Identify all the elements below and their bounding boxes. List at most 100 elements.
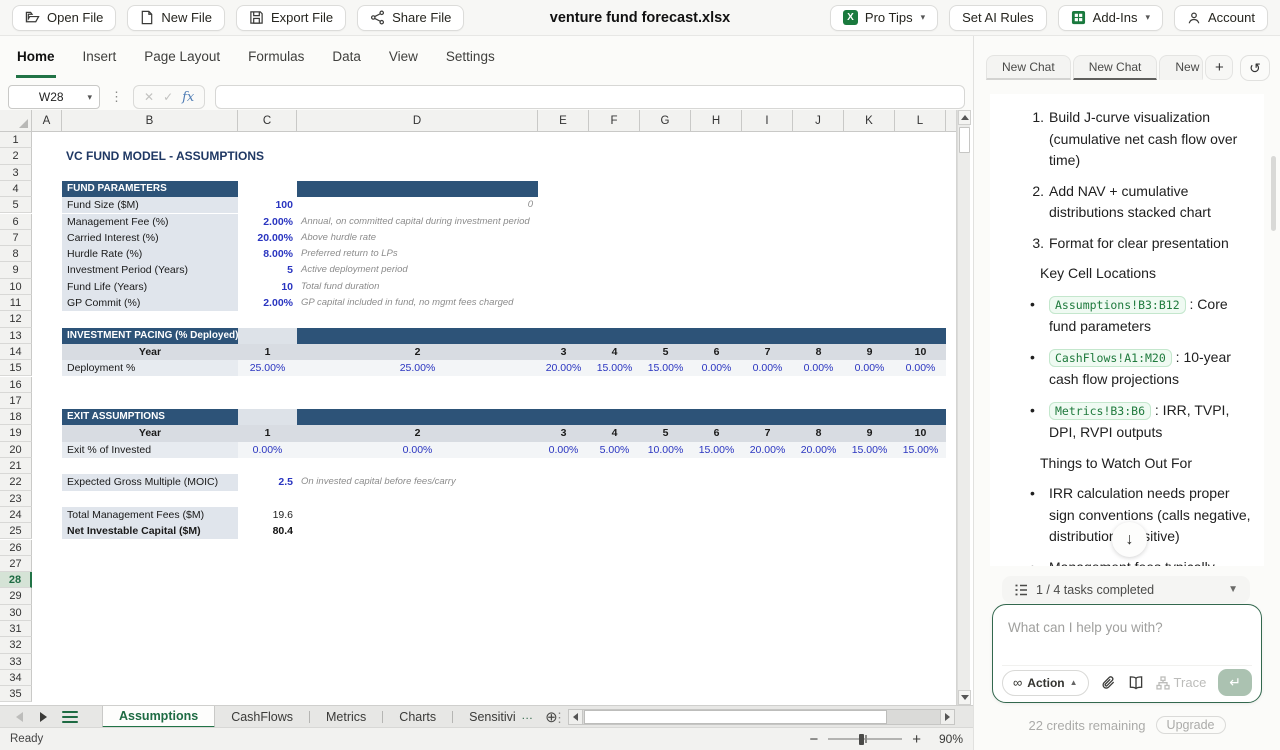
column-header-A[interactable]: A [32, 110, 62, 132]
year-number-cell[interactable]: 5 [640, 344, 691, 360]
series-value-cell[interactable]: 25.00% [297, 360, 538, 376]
row-header-12[interactable]: 12 [0, 311, 32, 327]
row-header-20[interactable]: 20 [0, 442, 32, 458]
menu-item-settings[interactable]: Settings [445, 49, 496, 78]
horizontal-scroll-thumb[interactable] [584, 710, 887, 724]
row-header-7[interactable]: 7 [0, 230, 32, 246]
menu-item-view[interactable]: View [388, 49, 419, 78]
sheet-list-icon[interactable] [62, 711, 78, 723]
series-value-cell[interactable]: 15.00% [640, 360, 691, 376]
row-header-31[interactable]: 31 [0, 621, 32, 637]
row-header-6[interactable]: 6 [0, 214, 32, 230]
year-number-cell[interactable]: 10 [895, 425, 946, 441]
chat-history-icon[interactable]: ↺ [1240, 55, 1270, 81]
series-value-cell[interactable]: 15.00% [691, 442, 742, 458]
tasks-progress-bar[interactable]: 1 / 4 tasks completed ▼ [1002, 576, 1250, 603]
column-header-B[interactable]: B [62, 110, 238, 132]
sheet-tab-cashflows[interactable]: CashFlows [215, 706, 309, 728]
sheet-tab-assumptions[interactable]: Assumptions [102, 706, 215, 728]
row-header-30[interactable]: 30 [0, 605, 32, 621]
tab-scroll-right-icon[interactable] [40, 712, 47, 722]
column-header-D[interactable]: D [297, 110, 538, 132]
section-header-bar[interactable] [297, 328, 946, 344]
row-header-27[interactable]: 27 [0, 556, 32, 572]
row-header-17[interactable]: 17 [0, 393, 32, 409]
series-value-cell[interactable]: 15.00% [844, 442, 895, 458]
row-header-9[interactable]: 9 [0, 262, 32, 278]
insert-function-icon[interactable]: fx [182, 90, 194, 105]
open-file-button[interactable]: Open File [12, 5, 116, 31]
export-file-button[interactable]: Export File [236, 5, 346, 31]
horizontal-scrollbar[interactable] [568, 709, 955, 725]
add-ins-button[interactable]: Add-Ins ▾ [1058, 5, 1163, 31]
param-note-cell[interactable]: Active deployment period [301, 262, 542, 278]
scroll-to-bottom-button[interactable]: ↓ [1112, 522, 1147, 557]
year-number-cell[interactable]: 9 [844, 425, 895, 441]
column-header-K[interactable]: K [844, 110, 895, 132]
param-note-cell[interactable]: Annual, on committed capital during inve… [301, 214, 542, 230]
section-header-cell[interactable]: FUND PARAMETERS [62, 181, 238, 197]
series-value-cell[interactable]: 0.00% [895, 360, 946, 376]
zoom-slider[interactable] [828, 738, 902, 740]
formula-input[interactable] [215, 85, 965, 109]
param-note-cell[interactable]: 0 [297, 197, 538, 213]
param-label-cell[interactable]: Net Investable Capital ($M) [62, 523, 238, 539]
scroll-down-arrow[interactable] [958, 690, 971, 705]
vertical-scrollbar[interactable] [957, 110, 970, 705]
param-label-cell[interactable]: Investment Period (Years) [62, 262, 238, 278]
column-header-G[interactable]: G [640, 110, 691, 132]
column-header-L[interactable]: L [895, 110, 946, 132]
new-chat-tab-button[interactable]: + [1205, 55, 1233, 80]
year-number-cell[interactable]: 2 [297, 344, 538, 360]
trace-toggle[interactable]: Trace [1156, 675, 1207, 690]
series-value-cell[interactable]: 0.00% [691, 360, 742, 376]
param-label-cell[interactable]: Fund Life (Years) [62, 279, 238, 295]
row-header-16[interactable]: 16 [0, 377, 32, 393]
year-number-cell[interactable]: 8 [793, 425, 844, 441]
year-number-cell[interactable]: 8 [793, 344, 844, 360]
section-gap-cell[interactable] [238, 409, 297, 425]
chat-tab-3[interactable]: New C [1159, 55, 1203, 80]
year-number-cell[interactable]: 4 [589, 344, 640, 360]
sheet-tab-sensitivit[interactable]: Sensitivit [453, 706, 515, 728]
column-header-I[interactable]: I [742, 110, 793, 132]
year-header-label[interactable]: Year [62, 344, 238, 360]
row-header-24[interactable]: 24 [0, 507, 32, 523]
row-header-1[interactable]: 1 [0, 132, 32, 148]
param-value-cell[interactable]: 8.00% [238, 246, 297, 262]
series-value-cell[interactable]: 5.00% [589, 442, 640, 458]
row-header-25[interactable]: 25 [0, 523, 32, 539]
chat-input[interactable]: What can I help you with? ∞ Action ▲ Tra… [992, 604, 1262, 703]
param-note-cell[interactable]: On invested capital before fees/carry [301, 474, 542, 490]
cell-range-pill[interactable]: Metrics!B3:B6 [1049, 402, 1151, 420]
zoom-slider-thumb[interactable] [859, 734, 864, 745]
year-number-cell[interactable]: 6 [691, 344, 742, 360]
series-value-cell[interactable]: 0.00% [742, 360, 793, 376]
year-header-label[interactable]: Year [62, 425, 238, 441]
series-label-cell[interactable]: Exit % of Invested [62, 442, 238, 458]
year-number-cell[interactable]: 4 [589, 425, 640, 441]
row-header-13[interactable]: 13 [0, 328, 32, 344]
series-value-cell[interactable]: 15.00% [589, 360, 640, 376]
year-number-cell[interactable]: 1 [238, 425, 297, 441]
param-value-cell[interactable]: 19.6 [238, 507, 297, 523]
series-value-cell[interactable]: 0.00% [793, 360, 844, 376]
series-value-cell[interactable]: 20.00% [742, 442, 793, 458]
param-label-cell[interactable]: GP Commit (%) [62, 295, 238, 311]
row-header-26[interactable]: 26 [0, 540, 32, 556]
param-value-cell[interactable]: 100 [238, 197, 297, 213]
column-header-H[interactable]: H [691, 110, 742, 132]
send-button[interactable]: ↵ [1218, 669, 1252, 696]
year-number-cell[interactable]: 5 [640, 425, 691, 441]
year-number-cell[interactable]: 3 [538, 425, 589, 441]
row-header-3[interactable]: 3 [0, 165, 32, 181]
column-header-F[interactable]: F [589, 110, 640, 132]
chat-scrollbar-thumb[interactable] [1271, 156, 1276, 231]
vertical-scroll-thumb[interactable] [959, 127, 970, 153]
account-button[interactable]: Account [1174, 5, 1268, 31]
chat-tab-2[interactable]: New Chat [1073, 55, 1158, 80]
series-label-cell[interactable]: Deployment % [62, 360, 238, 376]
menu-item-home[interactable]: Home [16, 49, 56, 78]
year-number-cell[interactable]: 7 [742, 344, 793, 360]
row-header-11[interactable]: 11 [0, 295, 32, 311]
